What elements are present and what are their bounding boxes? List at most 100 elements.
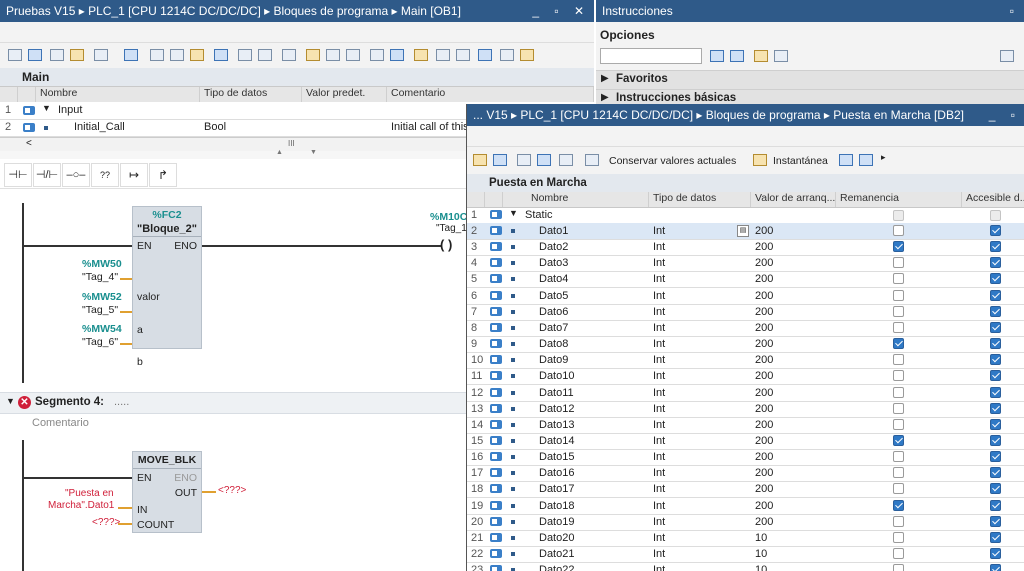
tag-type[interactable]: Int: [653, 451, 665, 463]
coil-button[interactable]: –○–: [62, 163, 90, 187]
expand-icon[interactable]: ▼: [42, 103, 51, 113]
accessible-checkbox[interactable]: [990, 241, 1001, 253]
toolbar-tool-icon[interactable]: [500, 49, 514, 61]
tag-type[interactable]: Int: [653, 241, 665, 253]
table-row[interactable]: 19 Dato18 Int 200: [467, 498, 1024, 515]
table-row[interactable]: 13 Dato12 Int 200: [467, 401, 1024, 418]
tag-start-value[interactable]: 200: [755, 516, 773, 528]
toolbar-tool-icon[interactable]: [124, 49, 138, 61]
fc-call-box[interactable]: %FC2 "Bloque_2" EN ENO valor a b: [132, 206, 202, 368]
toolbar-tool-icon[interactable]: [390, 49, 404, 61]
toolbar-tool-icon[interactable]: [190, 49, 204, 61]
toolbar-tool-icon[interactable]: [258, 49, 272, 61]
toolbar-tool-icon[interactable]: [214, 49, 228, 61]
toolbar-tool-icon[interactable]: [326, 49, 340, 61]
in-operand-2[interactable]: Marcha".Dato1: [48, 500, 114, 511]
close-branch-button[interactable]: ↱: [149, 163, 177, 187]
retain-checkbox[interactable]: [893, 402, 904, 414]
accessible-checkbox[interactable]: [990, 531, 1001, 543]
retain-checkbox[interactable]: [893, 418, 904, 430]
retain-checkbox[interactable]: [893, 305, 904, 317]
accessible-checkbox[interactable]: [990, 418, 1001, 430]
toolbar-tool-icon[interactable]: [456, 49, 470, 61]
retain-checkbox[interactable]: [893, 515, 904, 527]
tag-start-value[interactable]: 200: [755, 354, 773, 366]
table-row[interactable]: 15 Dato14 Int 200: [467, 433, 1024, 450]
chevron-right-icon[interactable]: ▶: [601, 73, 609, 84]
retain-checkbox[interactable]: [893, 451, 904, 463]
table-row[interactable]: 16 Dato15 Int 200: [467, 449, 1024, 467]
tag-start-value[interactable]: 200: [755, 257, 773, 269]
coil-symbol[interactable]: ( ): [440, 237, 452, 252]
copy-snapshot-icon[interactable]: [839, 154, 853, 166]
retain-checkbox[interactable]: [893, 564, 904, 571]
tag-type[interactable]: Int: [653, 403, 665, 415]
tag-start-value[interactable]: 10: [755, 564, 767, 571]
table-row[interactable]: 11 Dato10 Int 200: [467, 368, 1024, 386]
tag-start-value[interactable]: 200: [755, 241, 773, 253]
scroll-left-icon[interactable]: <: [26, 138, 32, 149]
toolbar-tool-icon[interactable]: [306, 49, 320, 61]
settings-icon[interactable]: [754, 50, 768, 62]
tag-start-value[interactable]: 200: [755, 419, 773, 431]
toolbar-tool-icon[interactable]: [50, 49, 64, 61]
accessible-checkbox[interactable]: [990, 273, 1001, 285]
table-row[interactable]: 17 Dato16 Int 200: [467, 465, 1024, 483]
retain-checkbox[interactable]: [893, 548, 904, 559]
retain-checkbox[interactable]: [893, 321, 904, 333]
accessible-checkbox[interactable]: [990, 451, 1001, 463]
tag-start-value[interactable]: 200: [755, 370, 773, 382]
table-row[interactable]: 21 Dato20 Int 10: [467, 530, 1024, 547]
tag-type[interactable]: Int: [653, 435, 665, 447]
accessible-checkbox[interactable]: [990, 338, 1001, 350]
layout-icon[interactable]: [1000, 50, 1014, 62]
retain-checkbox[interactable]: [893, 499, 904, 511]
keep-values-button[interactable]: Conservar valores actuales: [609, 155, 736, 167]
retain-checkbox[interactable]: [893, 241, 904, 253]
tag-start-value[interactable]: 10: [755, 532, 767, 544]
table-row[interactable]: 18 Dato17 Int 200: [467, 481, 1024, 499]
retain-checkbox[interactable]: [893, 467, 904, 479]
tag-type[interactable]: Int: [653, 387, 665, 399]
table-row[interactable]: 2 Dato1 Int 200 ▤: [467, 223, 1024, 240]
tag-type[interactable]: Int: [653, 290, 665, 302]
segment-title[interactable]: .....: [114, 396, 129, 408]
table-row[interactable]: 8 Dato7 Int 200: [467, 320, 1024, 337]
empty-box-button[interactable]: ??: [91, 163, 119, 187]
tag-start-value[interactable]: 200: [755, 403, 773, 415]
accessible-checkbox[interactable]: [990, 499, 1001, 511]
segment-header[interactable]: ▼ ✕ Segmento 4: .....: [0, 392, 470, 414]
accessible-checkbox[interactable]: [990, 225, 1001, 236]
toolbar-tool-icon[interactable]: [238, 49, 252, 61]
table-row[interactable]: 10 Dato9 Int 200: [467, 352, 1024, 370]
toolbar-tool-icon[interactable]: [170, 49, 184, 61]
glasses-icon[interactable]: [585, 154, 599, 166]
contact-no-button[interactable]: ⊣⊢: [4, 163, 32, 187]
chevron-right-icon[interactable]: ▶: [601, 92, 609, 103]
tag-type[interactable]: Int: [653, 532, 665, 544]
tag-start-value[interactable]: 200: [755, 483, 773, 495]
tag-start-value[interactable]: 200: [755, 273, 773, 285]
more-icon[interactable]: ▸: [881, 152, 886, 163]
accessible-checkbox[interactable]: [990, 483, 1001, 495]
toolbar-tool-icon[interactable]: [436, 49, 450, 61]
instructions-search-input[interactable]: [600, 48, 702, 64]
type-picker-icon[interactable]: ▤: [737, 225, 749, 237]
tag-type[interactable]: Int: [653, 322, 665, 334]
out-operand[interactable]: <???>: [218, 485, 246, 496]
retain-checkbox[interactable]: [893, 273, 904, 285]
tag-start-value[interactable]: 200: [755, 306, 773, 318]
accessible-checkbox[interactable]: [990, 402, 1001, 414]
load-snapshot-icon[interactable]: [859, 154, 873, 166]
window-buttons[interactable]: _ ▫: [989, 104, 1021, 126]
snapshot-icon[interactable]: [753, 154, 767, 166]
insert-row-icon[interactable]: [473, 154, 487, 166]
retain-checkbox[interactable]: [893, 483, 904, 495]
splitter-up-icon[interactable]: ▲: [276, 149, 283, 156]
table-row[interactable]: 9 Dato8 Int 200: [467, 336, 1024, 354]
tag-start-value[interactable]: 200: [755, 290, 773, 302]
table-row[interactable]: 23 Dato22 Int 10: [467, 562, 1024, 571]
tag-type[interactable]: Int: [653, 564, 665, 571]
tag-type[interactable]: Int: [653, 500, 665, 512]
tag-start-value[interactable]: 200: [755, 435, 773, 447]
